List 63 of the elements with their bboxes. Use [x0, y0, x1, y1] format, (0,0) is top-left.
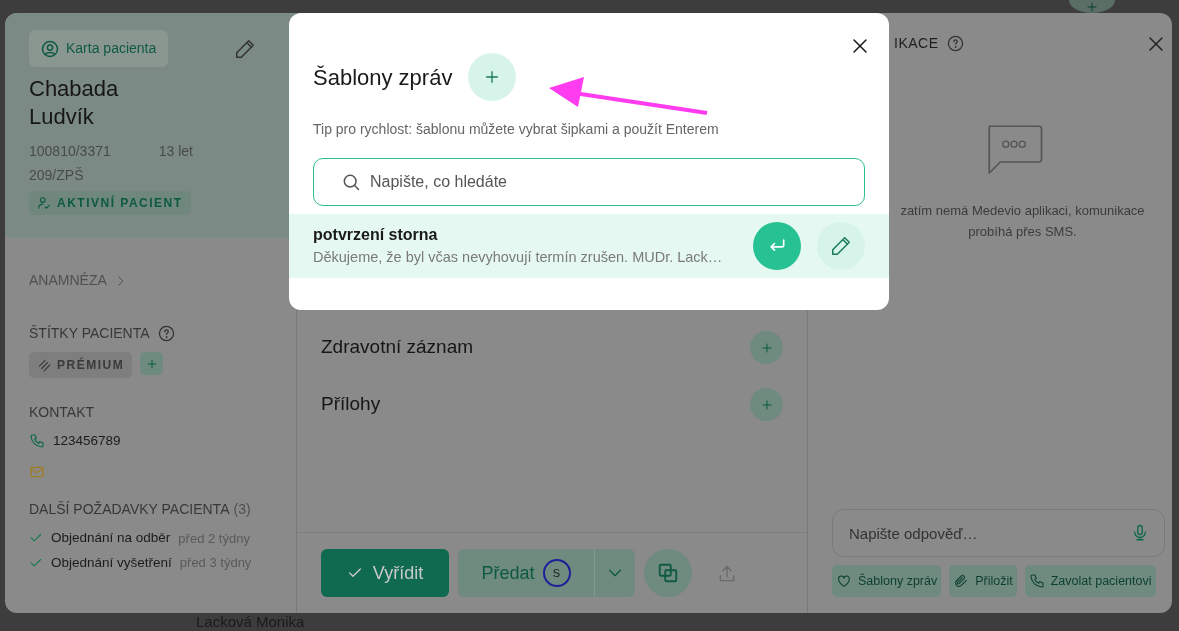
help-icon [157, 325, 175, 342]
template-preview: Děkujeme, že byl včas nevyhovují termín zrušen. MUDr. Lack… [313, 248, 724, 268]
insert-button[interactable] [753, 222, 801, 270]
search-field[interactable]: Napište, co hledáte [313, 158, 865, 206]
phone-number: 123456789 [53, 432, 121, 450]
close-icon [851, 36, 869, 55]
share-icon [717, 563, 737, 584]
handover-button[interactable]: Předat S [458, 549, 594, 597]
help-icon [946, 35, 964, 52]
heart-icon [836, 573, 852, 589]
plus-icon [760, 398, 773, 411]
pencil-icon [234, 38, 256, 61]
info-text: zatím nemá Medevio aplikaci, komunikace probíhá přes SMS. [899, 202, 1146, 241]
patient-surname: Chabada [29, 75, 120, 103]
pencil-icon [830, 235, 852, 257]
assignee-avatar: S [542, 559, 571, 587]
search-icon [341, 172, 361, 192]
reply-field[interactable]: Napište odpověď… [832, 509, 1165, 557]
resolve-button[interactable]: Vyřídit [321, 549, 449, 597]
microphone-icon [1131, 524, 1149, 542]
status-badge: AKTIVNÍ PACIENT [29, 191, 191, 215]
template-row[interactable]: potvrzení storna Děkujeme, že byl včas nevyhovují termín zrušen. MUDr. Lack… [289, 214, 889, 278]
copy-button[interactable] [644, 549, 692, 597]
action-chip[interactable]: Přiložit [949, 565, 1017, 597]
anamnesis-link[interactable]: ANAMNÉZA [29, 270, 127, 291]
action-chip[interactable]: Zavolat pacientovi [1024, 565, 1156, 597]
tip-text: Tip pro rychlost: šablonu můžete vybrat šipkami a použít Enterem [312, 120, 720, 139]
paperclip-icon [953, 573, 970, 589]
edit-template-button[interactable] [817, 222, 865, 270]
add-button[interactable] [750, 388, 783, 421]
phone-icon [29, 433, 45, 450]
section-title: Zdravotní záznam [321, 335, 474, 360]
close-icon [1147, 34, 1165, 53]
plus-icon [1086, 1, 1098, 13]
request-label: Objednání na odběr [51, 529, 171, 548]
patient-card-button[interactable]: Karta pacienta [29, 30, 169, 67]
mail-icon [29, 464, 45, 480]
patient-first-name: Ludvík [29, 103, 95, 131]
plus-icon [145, 357, 158, 370]
handover-menu-button[interactable] [594, 549, 635, 597]
birth-number: 100810/3371 [29, 142, 111, 161]
requests-count: (3) [233, 500, 251, 520]
add-button[interactable] [750, 331, 783, 364]
requests-heading: DALŠÍ POŽADAVKY PACIENTA [29, 500, 230, 520]
tag-chip: PRÉMIUM [29, 352, 133, 378]
user-check-icon [37, 196, 51, 210]
plus-icon [760, 341, 773, 354]
phone-icon [1028, 573, 1045, 589]
add-template-button[interactable] [468, 53, 517, 101]
request-label: Objednání vyšetření [51, 553, 172, 572]
add-tag-button[interactable] [140, 352, 164, 375]
template-title: potvrzení storna [313, 225, 439, 246]
section-title: Přílohy [321, 392, 381, 417]
panel-title: IKACE [894, 34, 939, 53]
action-chip[interactable]: Šablony zpráv [832, 565, 942, 597]
user-circle-icon [41, 39, 59, 58]
insurance-code: 209/ZPŠ [29, 166, 85, 185]
contact-heading: KONTAKT [29, 403, 96, 422]
plus-icon [484, 69, 501, 85]
tags-heading: ŠTÍTKY PACIENTA [29, 324, 150, 343]
copy-icon [657, 562, 679, 584]
patient-age: 13 let [158, 142, 193, 161]
modal-title: Šablony zpráv [313, 63, 453, 92]
